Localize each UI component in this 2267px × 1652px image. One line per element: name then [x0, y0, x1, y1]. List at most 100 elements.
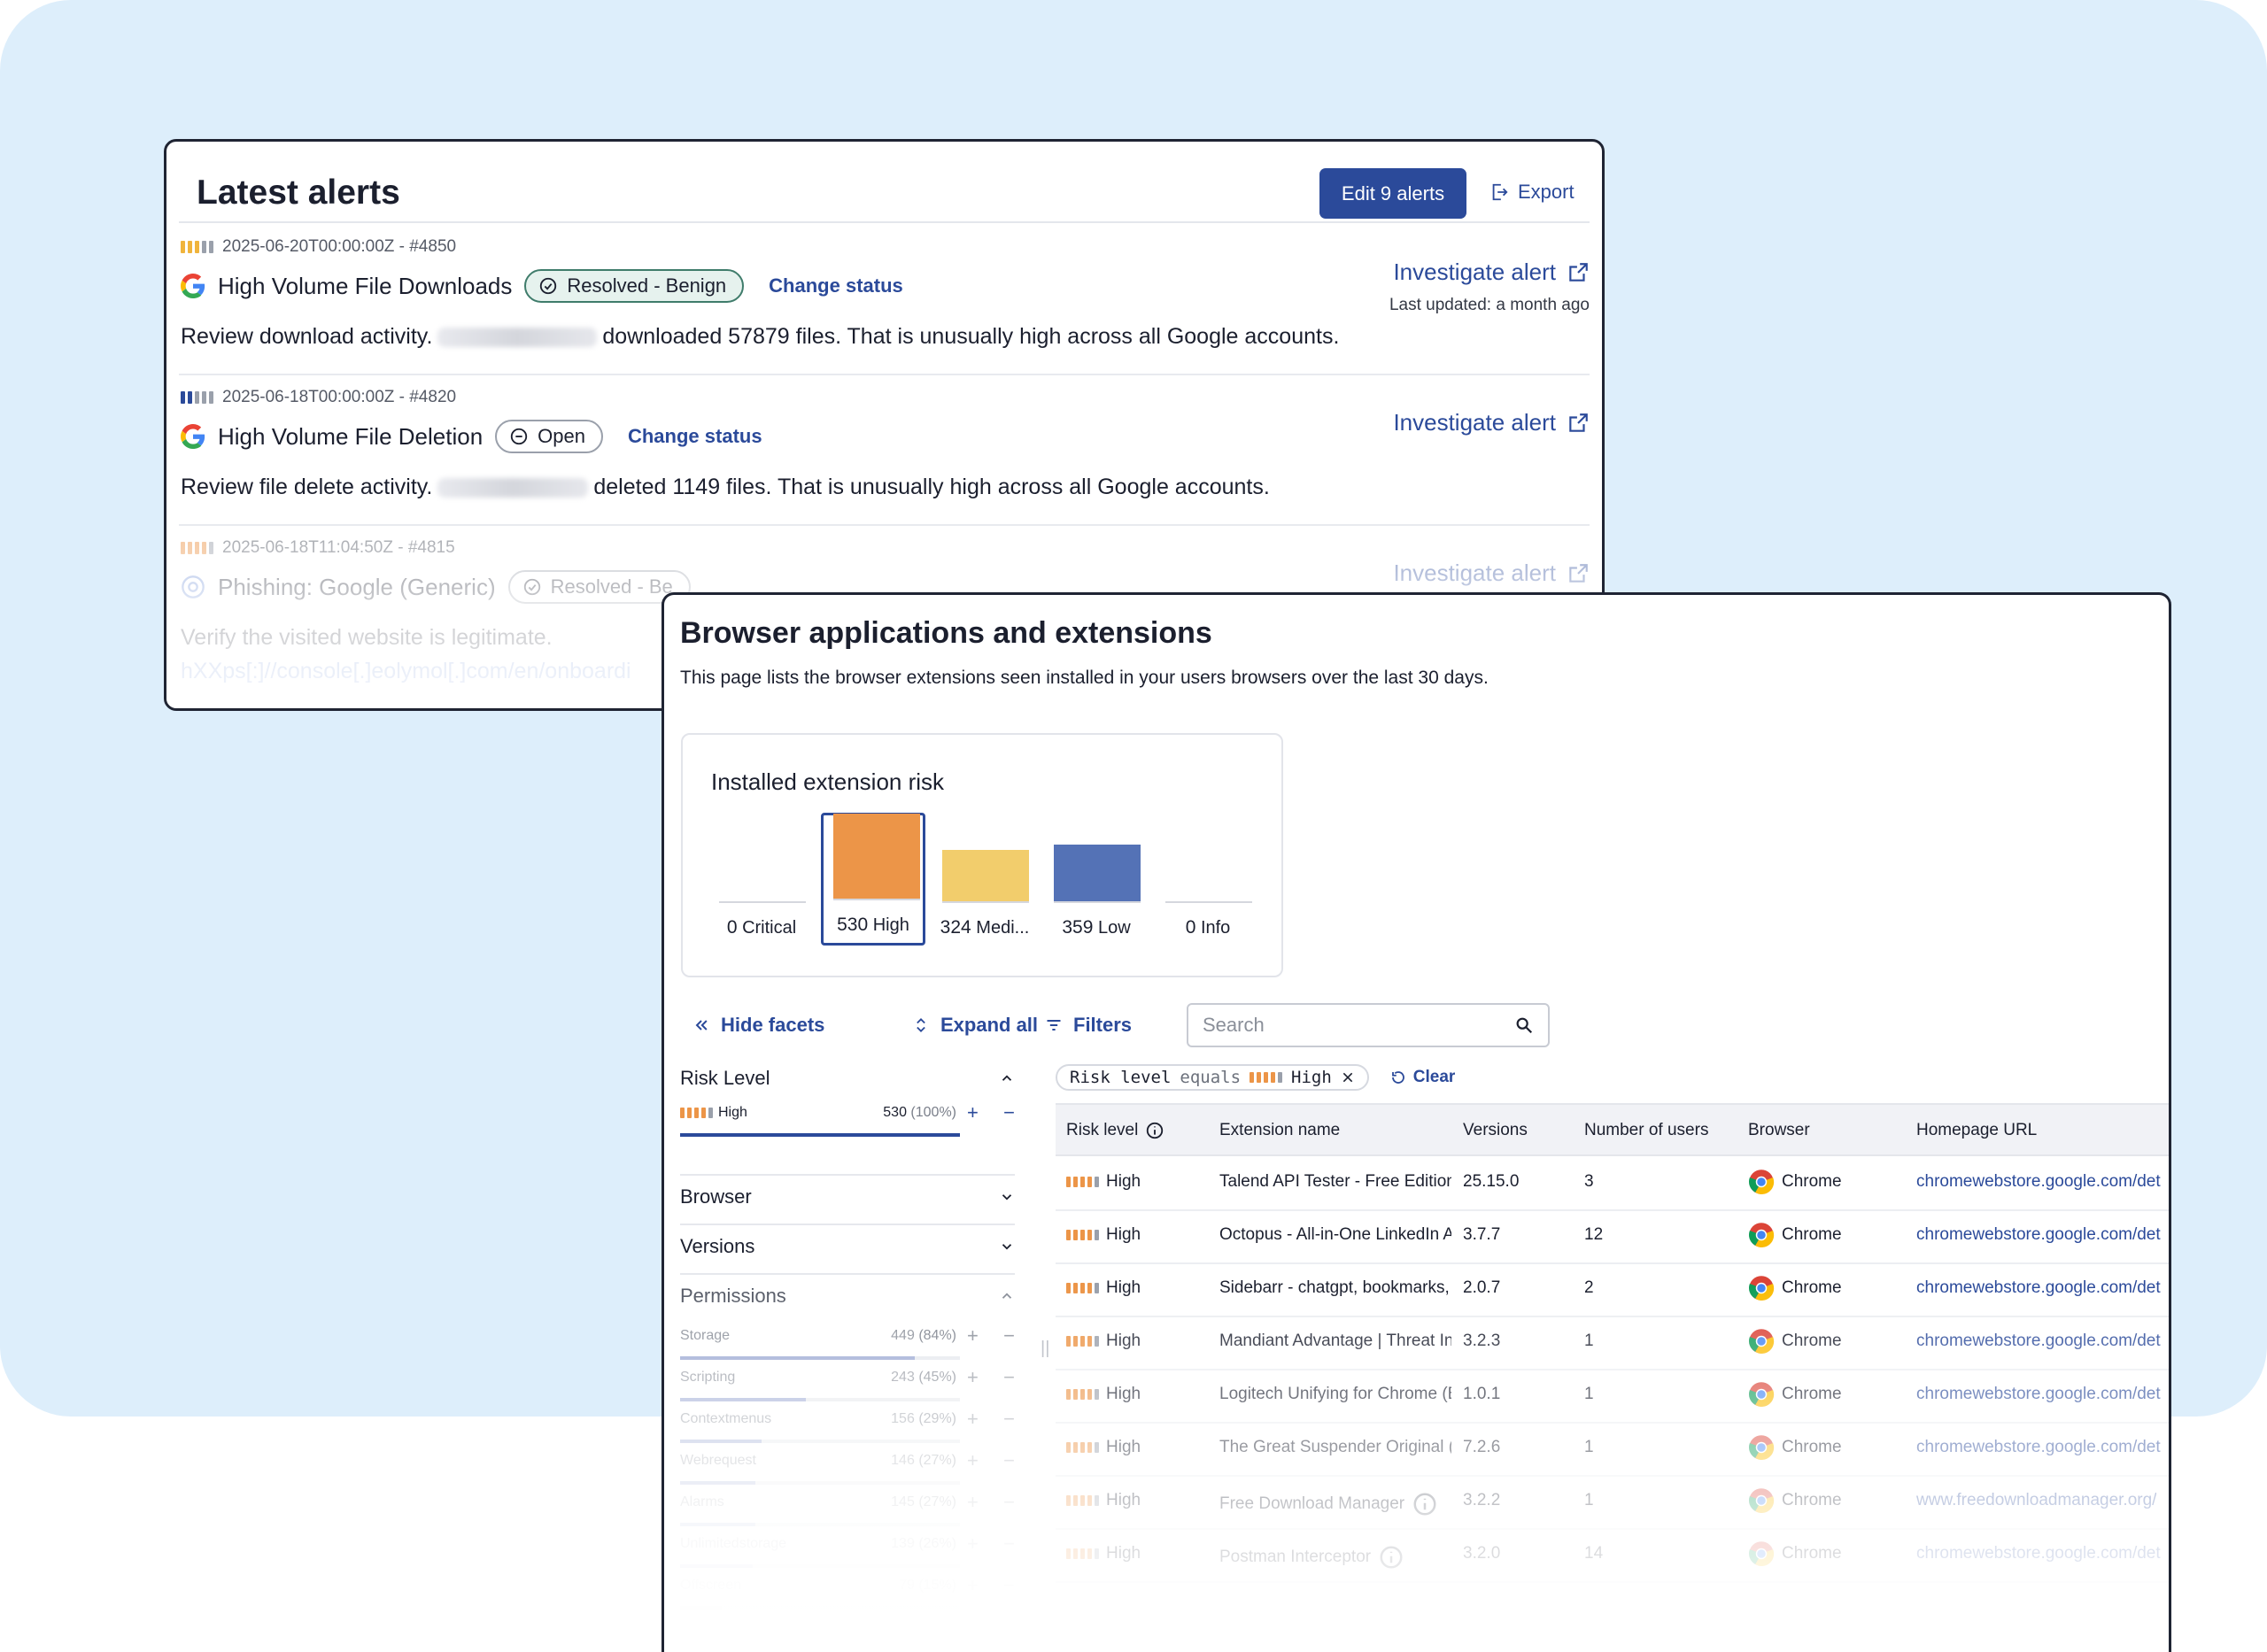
- table-row[interactable]: High Mandiant Advantage | Threat Intellig…: [1056, 1317, 2169, 1370]
- facet-versions[interactable]: Versions: [680, 1229, 1015, 1264]
- exclude-button[interactable]: −: [1003, 1449, 1015, 1472]
- facet-browser[interactable]: Browser: [680, 1179, 1015, 1215]
- facet-value-permission: Alarms 145 (27%) + −: [680, 1491, 1015, 1526]
- exclude-button[interactable]: −: [1003, 1101, 1015, 1124]
- col-browser[interactable]: Browser: [1748, 1121, 1810, 1140]
- cell-browser: Chrome: [1748, 1381, 1842, 1408]
- risk-bar-info[interactable]: 0 Info: [1156, 813, 1260, 946]
- table-row[interactable]: High Logitech Unifying for Chrome (Beta) 1…: [1056, 1370, 2169, 1424]
- hide-facets-button[interactable]: Hide facets: [692, 1003, 824, 1047]
- page-subtitle: This page lists the browser extensions s…: [680, 668, 1489, 688]
- chevron-up-icon: [1002, 1293, 1012, 1299]
- facet-permissions[interactable]: Permissions: [680, 1278, 1015, 1314]
- cell-risk: High: [1066, 1385, 1141, 1404]
- risk-bar-critical[interactable]: 0 Critical: [709, 813, 814, 946]
- risk-bar-high[interactable]: 530 High: [821, 813, 925, 946]
- alert-description: Verify the visited website is legitimate…: [181, 625, 553, 650]
- alert-description: Review download activity. downloaded 578…: [181, 324, 1340, 349]
- alert-name: Phishing: Google (Generic): [218, 573, 496, 600]
- col-homepage-url[interactable]: Homepage URL: [1916, 1121, 2037, 1140]
- risk-bar-medium[interactable]: 324 Medi...: [932, 813, 1037, 946]
- filter-chip[interactable]: Risk level equals High: [1056, 1064, 1369, 1091]
- include-button[interactable]: +: [967, 1491, 979, 1514]
- change-status-link[interactable]: Change status: [628, 425, 762, 448]
- export-icon: [1492, 183, 1508, 201]
- alert-description: Review file delete activity. deleted 114…: [181, 475, 1270, 499]
- cell-browser: Chrome: [1748, 1487, 1842, 1514]
- investigate-alert-link[interactable]: Investigate alert: [1393, 409, 1590, 436]
- homepage-link[interactable]: chromewebstore.google.com/det: [1916, 1438, 2161, 1457]
- filters-button[interactable]: Filters: [1045, 1003, 1132, 1047]
- severity-icon: [680, 1108, 713, 1118]
- include-button[interactable]: +: [967, 1366, 979, 1389]
- chevron-down-icon: [1002, 1244, 1012, 1250]
- risk-bar-low[interactable]: 359 Low: [1044, 813, 1149, 946]
- homepage-link[interactable]: chromewebstore.google.com/det: [1916, 1278, 2161, 1298]
- exclude-button[interactable]: −: [1003, 1532, 1015, 1556]
- clear-filters-button[interactable]: Clear: [1390, 1068, 1455, 1087]
- table-header: Risk level Extension name Versions Numbe…: [1056, 1103, 2169, 1156]
- table-row[interactable]: High Sidebarr - chatgpt, bookmarks, apps 2…: [1056, 1264, 2169, 1317]
- info-icon[interactable]: [1145, 1121, 1164, 1140]
- cell-users: 14: [1584, 1544, 1604, 1563]
- chrome-icon: [1749, 1329, 1775, 1354]
- table-row[interactable]: High The Great Suspender Original (Fixed)…: [1056, 1424, 2169, 1477]
- include-button[interactable]: +: [967, 1574, 979, 1597]
- homepage-link[interactable]: chromewebstore.google.com/det: [1916, 1225, 2161, 1245]
- col-extension-name[interactable]: Extension name: [1219, 1121, 1340, 1140]
- expand-all-button[interactable]: Expand all: [912, 1003, 1038, 1047]
- table-row[interactable]: High Octopus - All-in-One LinkedIn Automa…: [1056, 1211, 2169, 1264]
- check-circle-icon: [523, 578, 540, 596]
- divider: [680, 1174, 1015, 1176]
- external-link-icon: [1569, 563, 1588, 583]
- resize-handle[interactable]: ||: [1041, 1339, 1049, 1359]
- exclude-button[interactable]: −: [1003, 1574, 1015, 1597]
- homepage-link[interactable]: chromewebstore.google.com/det: [1916, 1544, 2161, 1563]
- homepage-link[interactable]: chromewebstore.google.com/det: [1916, 1172, 2161, 1192]
- cell-risk: High: [1066, 1172, 1141, 1192]
- severity-icon: [181, 241, 213, 253]
- export-button[interactable]: Export: [1489, 181, 1575, 204]
- table-row[interactable]: High Postman Interceptor 3.2.0 14 Chrome chro…: [1056, 1530, 2169, 1583]
- homepage-link[interactable]: www.freedownloadmanager.org/: [1916, 1491, 2156, 1510]
- cell-version: 25.15.0: [1463, 1172, 1520, 1191]
- col-versions[interactable]: Versions: [1463, 1121, 1528, 1140]
- cell-extension-name: Mandiant Advantage | Threat Intelligence: [1219, 1332, 1451, 1350]
- include-button[interactable]: +: [967, 1324, 979, 1347]
- exclude-button[interactable]: −: [1003, 1366, 1015, 1389]
- investigate-alert-link[interactable]: Investigate alert: [1393, 560, 1590, 587]
- col-risk-level[interactable]: Risk level: [1066, 1121, 1164, 1140]
- severity-icon: [1066, 1283, 1099, 1293]
- facet-risk-level[interactable]: Risk Level: [680, 1061, 1015, 1096]
- info-icon[interactable]: [1412, 1491, 1438, 1517]
- cell-extension-name: Sidebarr - chatgpt, bookmarks, apps: [1219, 1278, 1451, 1297]
- include-button[interactable]: +: [967, 1101, 979, 1124]
- chrome-icon: [1749, 1541, 1775, 1566]
- exclude-button[interactable]: −: [1003, 1491, 1015, 1514]
- include-button[interactable]: +: [967, 1532, 979, 1556]
- cell-risk: High: [1066, 1544, 1141, 1563]
- change-status-link[interactable]: Change status: [769, 274, 903, 297]
- cell-extension-name: Postman Interceptor: [1219, 1544, 1404, 1571]
- cell-users: 1: [1584, 1438, 1594, 1456]
- table-row[interactable]: High Talend API Tester - Free Edition 25.1…: [1056, 1158, 2169, 1211]
- info-icon[interactable]: [1378, 1544, 1404, 1571]
- homepage-link[interactable]: chromewebstore.google.com/det: [1916, 1332, 2161, 1351]
- divider: [179, 524, 1590, 526]
- facet-value-high: High 530 (100%) + −: [680, 1101, 1015, 1137]
- export-label: Export: [1518, 181, 1575, 203]
- redacted-user: [437, 477, 589, 498]
- investigate-alert-link[interactable]: Investigate alert: [1393, 259, 1590, 286]
- col-number-of-users[interactable]: Number of users: [1584, 1121, 1708, 1140]
- exclude-button[interactable]: −: [1003, 1408, 1015, 1431]
- exclude-button[interactable]: −: [1003, 1324, 1015, 1347]
- close-icon[interactable]: [1341, 1070, 1355, 1085]
- homepage-link[interactable]: chromewebstore.google.com/det: [1916, 1385, 2161, 1404]
- redacted-user: [437, 327, 598, 347]
- google-icon: [181, 424, 205, 449]
- search-input[interactable]: Search: [1187, 1003, 1550, 1047]
- include-button[interactable]: +: [967, 1449, 979, 1472]
- table-row[interactable]: High Free Download Manager 3.2.2 1 Chrome www…: [1056, 1477, 2169, 1530]
- include-button[interactable]: +: [967, 1408, 979, 1431]
- edit-alerts-button[interactable]: Edit 9 alerts: [1319, 168, 1466, 219]
